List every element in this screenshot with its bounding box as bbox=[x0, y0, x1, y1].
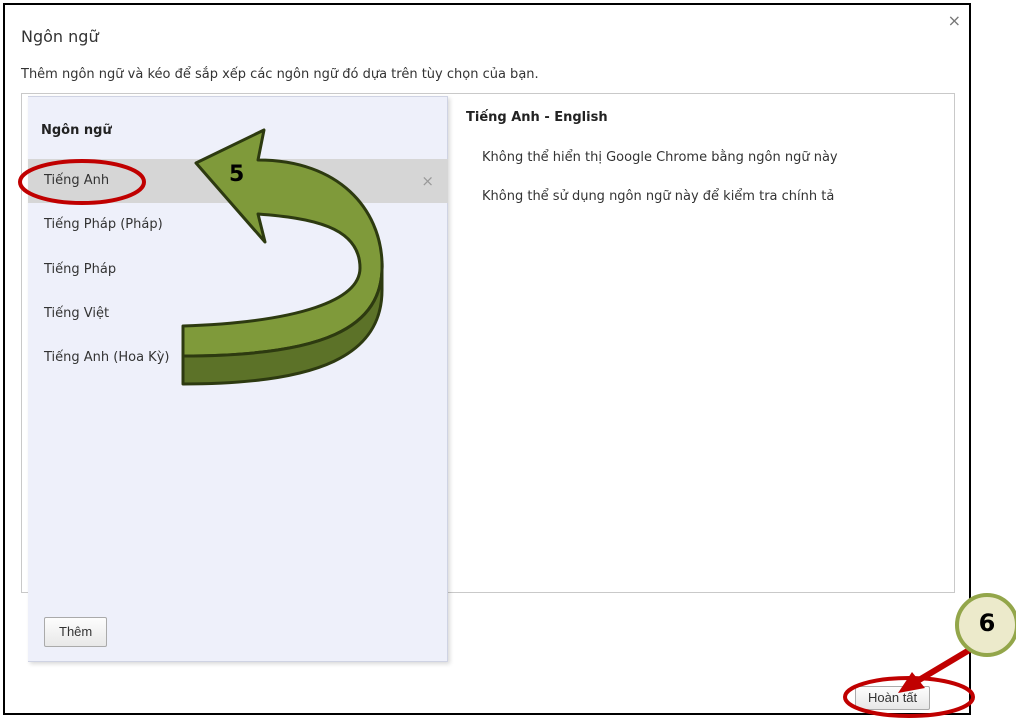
spellcheck-note: Không thể sử dụng ngôn ngữ này để kiểm t… bbox=[482, 189, 835, 204]
language-item-tieng-phap-phap[interactable]: Tiếng Pháp (Pháp) bbox=[28, 203, 448, 247]
language-item-tieng-anh-hoa-ky[interactable]: Tiếng Anh (Hoa Kỳ) bbox=[28, 336, 448, 380]
dialog-title: Ngôn ngữ bbox=[21, 27, 99, 46]
add-language-button[interactable]: Thêm bbox=[44, 617, 108, 647]
language-item-tieng-phap[interactable]: Tiếng Pháp bbox=[28, 248, 448, 292]
language-item-label: Tiếng Pháp (Pháp) bbox=[44, 217, 163, 232]
done-button[interactable]: Hoàn tất bbox=[855, 686, 931, 710]
instruction-text: Thêm ngôn ngữ và kéo để sắp xếp các ngôn… bbox=[21, 67, 539, 82]
language-item-label: Tiếng Việt bbox=[44, 306, 110, 321]
step-6-label: 6 bbox=[978, 609, 996, 637]
language-item-label: Tiếng Anh (Hoa Kỳ) bbox=[44, 350, 170, 365]
language-detail-title: Tiếng Anh - English bbox=[466, 110, 608, 125]
step-5-label: 5 bbox=[229, 162, 245, 187]
language-item-label: Tiếng Pháp bbox=[44, 262, 117, 277]
language-item-label: Tiếng Anh bbox=[44, 173, 110, 188]
language-list-heading: Ngôn ngữ bbox=[41, 123, 112, 138]
display-language-note: Không thể hiển thị Google Chrome bằng ng… bbox=[482, 150, 838, 165]
remove-language-icon[interactable]: × bbox=[421, 159, 434, 203]
close-icon[interactable]: × bbox=[948, 11, 961, 30]
language-item-tieng-viet[interactable]: Tiếng Việt bbox=[28, 292, 448, 336]
